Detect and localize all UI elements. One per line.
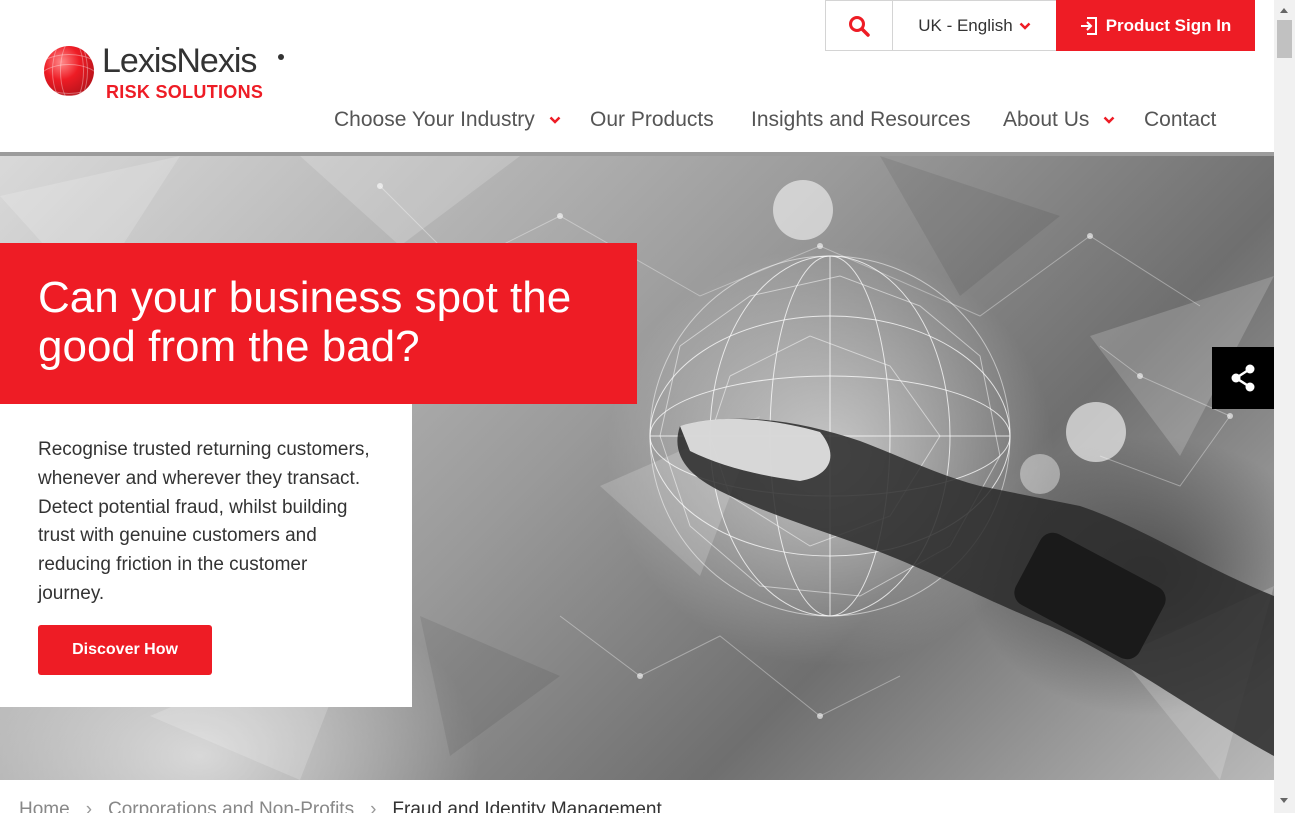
hero-description-panel: Recognise trusted returning customers, w… bbox=[0, 404, 412, 707]
lexisnexis-logo[interactable]: LexisNexis RISK SOLUTIONS bbox=[44, 42, 294, 106]
scroll-down-arrow-icon[interactable] bbox=[1280, 798, 1288, 803]
hero-description: Recognise trusted returning customers, w… bbox=[38, 439, 370, 604]
nav-item-contact[interactable]: Contact bbox=[1144, 108, 1216, 132]
nav-item-label: Insights and Resources bbox=[751, 108, 971, 131]
sign-in-icon bbox=[1080, 16, 1097, 35]
hero-banner: Can your business spot the good from the… bbox=[0, 156, 1274, 780]
language-selector[interactable]: UK - English bbox=[893, 0, 1056, 51]
share-button[interactable] bbox=[1212, 347, 1274, 409]
nav-item-label: About Us bbox=[1003, 108, 1090, 131]
share-icon bbox=[1231, 364, 1255, 392]
hero-headline-panel: Can your business spot the good from the… bbox=[0, 243, 637, 404]
logo-globe-icon bbox=[44, 46, 94, 96]
sign-in-label: Product Sign In bbox=[1105, 15, 1232, 35]
breadcrumb-current-page: Fraud and Identity Management bbox=[392, 799, 662, 813]
nav-item-about-us[interactable]: About Us bbox=[1003, 108, 1144, 132]
hero-headline: Can your business spot the good from the… bbox=[38, 273, 572, 371]
nav-item-choose-your-industry[interactable]: Choose Your Industry bbox=[334, 108, 590, 132]
nav-item-insights-and-resources[interactable]: Insights and Resources bbox=[751, 108, 1003, 132]
breadcrumb-separator: › bbox=[85, 799, 93, 813]
logo-wordmark: LexisNexis bbox=[102, 42, 257, 80]
search-icon bbox=[849, 15, 870, 37]
scroll-up-arrow-icon[interactable] bbox=[1280, 8, 1288, 13]
breadcrumb: Home › Corporations and Non-Profits › Fr… bbox=[19, 799, 662, 813]
site-header: LexisNexis RISK SOLUTIONS UK - English P… bbox=[0, 0, 1274, 153]
page-scrollbar[interactable] bbox=[1274, 0, 1295, 813]
scroll-thumb[interactable] bbox=[1277, 20, 1292, 58]
breadcrumb-separator: › bbox=[370, 799, 377, 813]
chevron-down-icon bbox=[1019, 22, 1031, 30]
nav-item-label: Our Products bbox=[590, 108, 714, 131]
breadcrumb-corporations-and-non-profits[interactable]: Corporations and Non-Profits bbox=[108, 799, 354, 813]
search-button[interactable] bbox=[825, 0, 893, 51]
main-nav: Choose Your Industry Our Products Insigh… bbox=[334, 104, 1216, 136]
logo-tagline: RISK SOLUTIONS bbox=[106, 82, 264, 102]
nav-item-label: Contact bbox=[1144, 108, 1217, 131]
product-sign-in-button[interactable]: Product Sign In bbox=[1056, 0, 1255, 51]
nav-item-label: Choose Your Industry bbox=[334, 108, 535, 131]
language-label: UK - English bbox=[918, 15, 1013, 35]
utility-bar: UK - English Product Sign In bbox=[825, 0, 1255, 51]
chevron-down-icon bbox=[549, 116, 561, 124]
breadcrumb-home[interactable]: Home bbox=[19, 799, 70, 813]
nav-item-our-products[interactable]: Our Products bbox=[590, 108, 751, 132]
discover-how-button[interactable]: Discover How bbox=[38, 625, 212, 675]
chevron-down-icon bbox=[1103, 116, 1115, 124]
logo-dot bbox=[278, 54, 284, 60]
